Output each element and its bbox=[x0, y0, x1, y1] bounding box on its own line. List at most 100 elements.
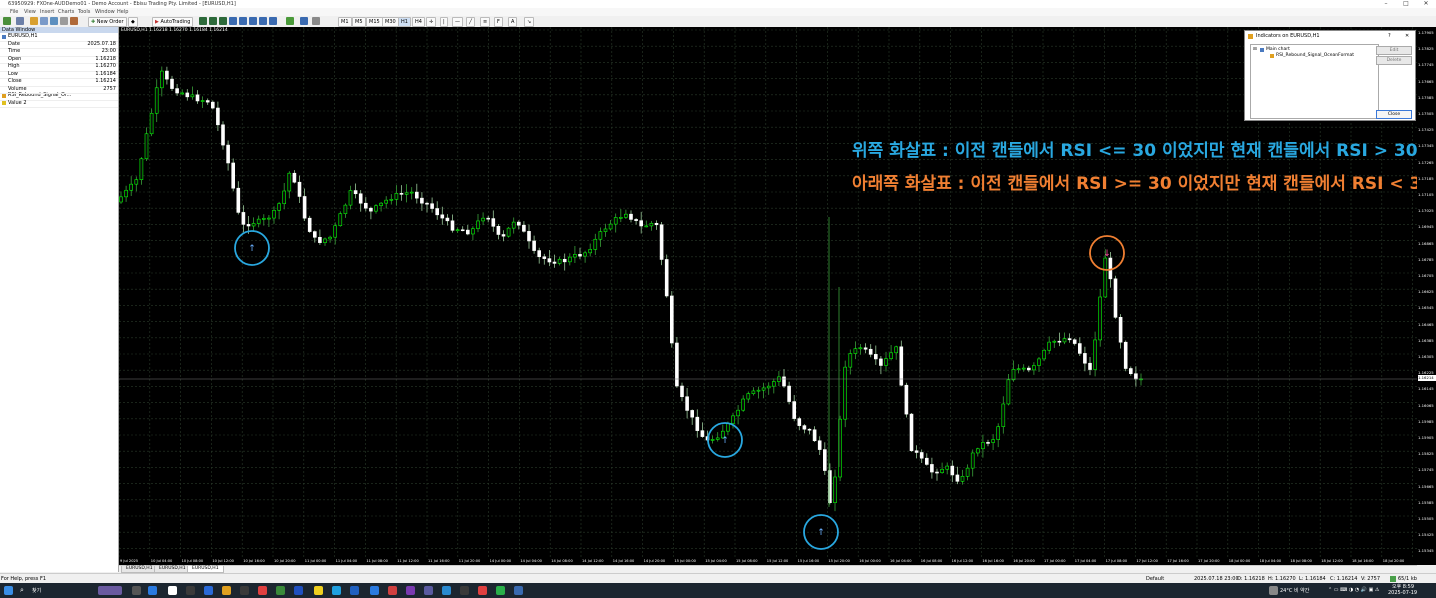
metaeditor-icon[interactable]: ◆ bbox=[128, 17, 138, 27]
tab-chart-1[interactable]: EURUSD,H1 bbox=[121, 566, 158, 573]
menu-window[interactable]: Window bbox=[95, 8, 115, 16]
terminal-icon[interactable] bbox=[60, 17, 68, 25]
price-chart[interactable]: ↑ ↑ ↑ ↓ EURUSD,H1 1.16218 1.16270 1.16184 1… bbox=[119, 27, 1417, 565]
autotrading-button[interactable]: ▶ AutoTrading bbox=[152, 17, 194, 27]
timeframe-m5[interactable]: M5 bbox=[352, 17, 366, 27]
data-window-icon[interactable] bbox=[40, 17, 48, 25]
app-red-icon[interactable] bbox=[258, 586, 267, 595]
tile-windows-icon[interactable] bbox=[249, 17, 257, 25]
indicator-tree[interactable]: ⊟ Main chart RSI_Rebound_Signal_OceanFor… bbox=[1250, 44, 1379, 119]
text-icon[interactable]: A bbox=[508, 17, 518, 27]
dialog-delete-button[interactable]: Delete bbox=[1376, 56, 1412, 65]
candlestick-icon[interactable] bbox=[209, 17, 217, 25]
weather-icon[interactable] bbox=[1269, 586, 1278, 595]
autoscroll-icon[interactable] bbox=[269, 17, 277, 25]
visual-studio-icon[interactable] bbox=[406, 586, 415, 595]
timeframe-m1[interactable]: M1 bbox=[338, 17, 352, 27]
candle-body bbox=[277, 203, 281, 211]
new-chart-icon[interactable] bbox=[3, 17, 11, 25]
menu-help[interactable]: Help bbox=[117, 8, 128, 16]
tree-root[interactable]: Main chart bbox=[1266, 47, 1290, 52]
candle-body bbox=[226, 144, 230, 164]
widget-icon[interactable] bbox=[98, 586, 122, 595]
menu-file[interactable]: File bbox=[10, 8, 18, 16]
task-view-icon[interactable] bbox=[132, 586, 141, 595]
chrome-icon[interactable] bbox=[332, 586, 341, 595]
new-order-button[interactable]: ✚ New Order bbox=[88, 17, 127, 27]
chart-icon bbox=[2, 34, 6, 39]
app-purple-icon[interactable] bbox=[424, 586, 433, 595]
app-red2-icon[interactable] bbox=[388, 586, 397, 595]
menu-insert[interactable]: Insert bbox=[40, 8, 54, 16]
candle-body bbox=[435, 208, 440, 216]
app-word-icon[interactable] bbox=[350, 586, 359, 595]
trendline-icon[interactable]: ╱ bbox=[466, 17, 476, 27]
time-scale[interactable]: 9 Jul 2025 10 Jul 04:00 10 Jul 08:00 10 Jul… bbox=[119, 558, 1417, 565]
timeframe-m15[interactable]: M15 bbox=[366, 17, 383, 27]
dialog-close-button[interactable]: Close bbox=[1376, 110, 1412, 119]
app-z-icon[interactable] bbox=[168, 586, 177, 595]
clock-date[interactable]: 2025-07-19 bbox=[1388, 590, 1417, 596]
app-c-icon[interactable] bbox=[186, 586, 195, 595]
maximize-button[interactable]: □ bbox=[1400, 0, 1412, 8]
search-icon[interactable]: ⌕ bbox=[20, 586, 29, 595]
app-blue2-icon[interactable] bbox=[514, 586, 523, 595]
app-gray-icon[interactable] bbox=[460, 586, 469, 595]
line-chart-icon[interactable] bbox=[219, 17, 227, 25]
tree-expander-icon[interactable]: ⊟ bbox=[1253, 47, 1257, 52]
kakaotalk-icon[interactable] bbox=[314, 586, 323, 595]
app-mt4-icon[interactable] bbox=[496, 586, 505, 595]
up-arrow-icon: ↑ bbox=[817, 528, 825, 538]
dialog-close-icon[interactable]: ✕ bbox=[1405, 31, 1409, 41]
fibonacci-icon[interactable]: F bbox=[494, 17, 503, 27]
strategy-tester-icon[interactable] bbox=[70, 17, 78, 25]
market-watch-icon[interactable] bbox=[30, 17, 38, 25]
periods-icon[interactable] bbox=[300, 17, 308, 25]
chart-shift-icon[interactable] bbox=[259, 17, 267, 25]
vscode-icon[interactable] bbox=[370, 586, 379, 595]
dialog-help-button[interactable]: ? bbox=[1388, 31, 1391, 41]
app-blue-icon[interactable] bbox=[204, 586, 213, 595]
close-window-button[interactable]: ✕ bbox=[1420, 0, 1432, 8]
tree-indicator-item[interactable]: RSI_Rebound_Signal_OceanFormat bbox=[1276, 53, 1354, 58]
tab-chart-2[interactable]: EURUSD,H1 bbox=[154, 566, 191, 573]
tab-chart-3[interactable]: EURUSD,H1 bbox=[187, 566, 224, 573]
search-box[interactable]: 찾기 bbox=[32, 587, 41, 594]
weather-text[interactable]: 24°C 비 약간 bbox=[1280, 587, 1309, 594]
dialog-edit-button[interactable]: Edit bbox=[1376, 46, 1412, 55]
app-dark-icon[interactable] bbox=[240, 586, 249, 595]
clock-time[interactable]: 오후 8:59 bbox=[1392, 583, 1414, 590]
windows-start-icon[interactable] bbox=[4, 586, 13, 595]
zoom-in-icon[interactable] bbox=[229, 17, 237, 25]
crosshair-icon[interactable]: ✛ bbox=[426, 17, 437, 27]
edge-icon[interactable] bbox=[148, 586, 157, 595]
profiles-icon[interactable] bbox=[16, 17, 24, 25]
menu-tools[interactable]: Tools bbox=[78, 8, 90, 16]
app-pdf-icon[interactable] bbox=[478, 586, 487, 595]
arrows-icon[interactable]: ↘ bbox=[524, 17, 535, 27]
timeframe-h4[interactable]: H4 bbox=[412, 17, 425, 27]
candle-body bbox=[486, 217, 491, 220]
timeframe-m30[interactable]: M30 bbox=[382, 17, 399, 27]
candlestick-plot[interactable]: ↑ ↑ ↑ ↓ bbox=[119, 27, 1417, 558]
timeframe-h1[interactable]: H1 bbox=[398, 17, 411, 27]
templates-icon[interactable] bbox=[312, 17, 320, 25]
app-cyan-icon[interactable] bbox=[442, 586, 451, 595]
zoom-out-icon[interactable] bbox=[239, 17, 247, 25]
channel-icon[interactable]: ≡ bbox=[480, 17, 491, 27]
menu-view[interactable]: View bbox=[24, 8, 36, 16]
time-tick-label: 10 Jul 08:00 bbox=[181, 559, 204, 563]
price-scale[interactable]: 1.17905 1.17825 1.17745 1.17665 1.17585 1.175… bbox=[1417, 27, 1436, 565]
minimize-button[interactable]: – bbox=[1380, 0, 1392, 8]
file-explorer-icon[interactable] bbox=[222, 586, 231, 595]
indicators-icon[interactable] bbox=[286, 17, 294, 25]
menu-charts[interactable]: Charts bbox=[58, 8, 74, 16]
app-navy-icon[interactable] bbox=[294, 586, 303, 595]
vertical-line-icon[interactable]: | bbox=[440, 17, 448, 27]
horizontal-line-icon[interactable]: — bbox=[452, 17, 463, 27]
bar-chart-icon[interactable] bbox=[199, 17, 207, 25]
app-green-icon[interactable] bbox=[276, 586, 285, 595]
navigator-icon[interactable] bbox=[50, 17, 58, 25]
tray-icons[interactable]: ⌃ ▭ ⌨ ◑ ◔ 🔊 ▣ ⚠ bbox=[1328, 587, 1379, 593]
candle-body bbox=[200, 100, 205, 102]
